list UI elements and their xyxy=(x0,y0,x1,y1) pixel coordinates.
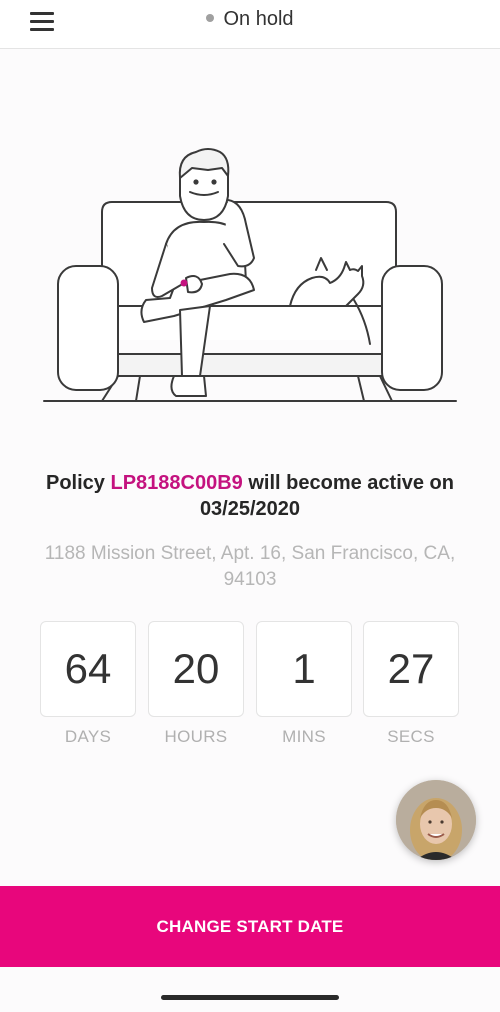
change-start-date-button[interactable]: CHANGE START DATE xyxy=(0,886,500,967)
countdown-timer: 64 DAYS 20 HOURS 1 MINS 27 SECS xyxy=(40,621,460,761)
mins-value: 1 xyxy=(256,621,352,717)
days-value: 64 xyxy=(40,621,136,717)
status-dot-icon xyxy=(206,13,215,22)
status-label: On hold xyxy=(223,8,294,30)
mins-label: MINS xyxy=(282,727,326,746)
countdown-mins: 1 MINS xyxy=(256,621,352,747)
secs-label: SECS xyxy=(387,727,435,746)
property-address: 1188 Mission Street, Apt. 16, San Franci… xyxy=(44,543,456,590)
policy-prefix: Policy xyxy=(46,472,105,494)
man-on-couch-with-cat-illustration xyxy=(43,148,457,402)
days-label: DAYS xyxy=(64,727,112,746)
countdown-hours: 20 HOURS xyxy=(148,621,244,747)
activation-date: 03/25/2020 xyxy=(199,498,301,520)
hours-value: 20 xyxy=(148,621,244,717)
hours-label: HOURS xyxy=(164,727,228,746)
policy-id: LP8188C00B9 xyxy=(110,472,243,494)
policy-status: On hold xyxy=(0,8,500,31)
home-indicator xyxy=(161,995,339,1000)
person-avatar-icon xyxy=(396,780,476,860)
countdown-secs: 27 SECS xyxy=(363,621,459,747)
countdown-days: 64 DAYS xyxy=(40,621,136,747)
support-agent-avatar[interactable] xyxy=(396,780,476,860)
top-bar: On hold xyxy=(0,0,500,49)
policy-activation-message: Policy LP8188C00B9 will become active on… xyxy=(30,470,470,522)
policy-suffix: will become active on xyxy=(248,472,454,494)
secs-value: 27 xyxy=(363,621,459,717)
